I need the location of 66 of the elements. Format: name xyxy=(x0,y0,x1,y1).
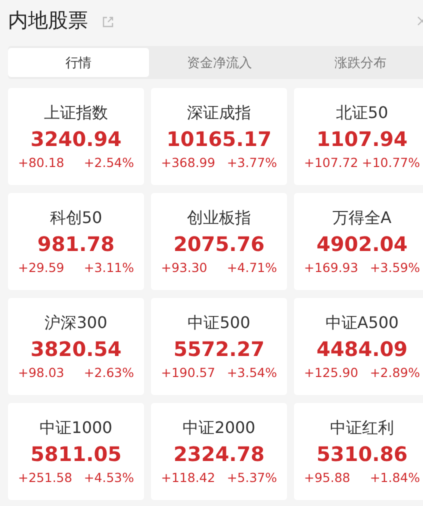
change-percent: +5.37% xyxy=(226,468,277,486)
index-card[interactable]: 中证2000 2324.78 +118.42 +5.37% xyxy=(151,403,287,500)
index-card[interactable]: 深证成指 10165.17 +368.99 +3.77% xyxy=(151,88,287,185)
change-value: +190.57 xyxy=(161,364,216,382)
index-card[interactable]: 中证1000 5811.05 +251.58 +4.53% xyxy=(8,403,144,500)
index-name: 沪深300 xyxy=(44,312,108,334)
index-card[interactable]: 中证A500 4484.09 +125.90 +2.89% xyxy=(294,298,423,395)
index-value: 3820.54 xyxy=(30,336,122,362)
change-value: +80.18 xyxy=(18,154,64,172)
index-name: 中证2000 xyxy=(182,416,256,438)
share-icon[interactable] xyxy=(102,16,114,28)
page-title: 内地股票 xyxy=(8,6,88,34)
change-percent: +4.53% xyxy=(84,468,134,486)
change-value: +169.93 xyxy=(304,258,358,276)
index-name: 科创50 xyxy=(50,206,102,228)
change-value: +107.72 xyxy=(304,154,358,172)
index-value: 4484.09 xyxy=(316,336,408,362)
change-value: +118.42 xyxy=(161,468,216,486)
index-value: 1107.94 xyxy=(316,126,408,152)
change-percent: +2.89% xyxy=(370,364,420,382)
change-percent: +2.54% xyxy=(84,154,134,172)
change-percent: +4.71% xyxy=(226,258,277,276)
index-value: 4902.04 xyxy=(316,230,408,258)
index-name: 万得全A xyxy=(332,206,392,228)
index-value: 981.78 xyxy=(37,230,115,258)
change-percent: +1.84% xyxy=(370,468,420,486)
change-value: +93.30 xyxy=(161,258,208,276)
index-card[interactable]: 创业板指 2075.76 +93.30 +4.71% xyxy=(151,193,287,290)
change-percent: +3.54% xyxy=(226,364,277,382)
index-value: 10165.17 xyxy=(166,126,272,152)
index-card[interactable]: 沪深300 3820.54 +98.03 +2.63% xyxy=(8,298,144,395)
index-name: 上证指数 xyxy=(44,102,108,124)
index-card[interactable]: 中证500 5572.27 +190.57 +3.54% xyxy=(151,298,287,395)
change-value: +29.59 xyxy=(18,258,64,276)
index-name: 创业板指 xyxy=(187,206,251,228)
index-card[interactable]: 中证红利 5310.86 +95.88 +1.84% xyxy=(294,403,423,500)
change-percent: +3.59% xyxy=(370,258,420,276)
index-value: 2324.78 xyxy=(173,440,265,468)
tab[interactable]: 资金净流入 xyxy=(149,48,290,77)
close-icon[interactable] xyxy=(417,15,423,27)
index-name: 中证1000 xyxy=(40,416,112,438)
index-value: 5572.27 xyxy=(173,336,265,362)
index-name: 深证成指 xyxy=(187,102,251,124)
index-name: 中证500 xyxy=(188,312,250,334)
index-value: 2075.76 xyxy=(173,230,265,258)
change-value: +95.88 xyxy=(304,468,350,486)
index-name: 中证红利 xyxy=(330,416,394,438)
index-card[interactable]: 北证50 1107.94 +107.72 +10.77% xyxy=(294,88,423,185)
change-value: +125.90 xyxy=(304,364,358,382)
change-percent: +3.77% xyxy=(226,154,277,172)
tab[interactable]: 行情 xyxy=(8,48,149,77)
index-card[interactable]: 科创50 981.78 +29.59 +3.11% xyxy=(8,193,144,290)
change-value: +98.03 xyxy=(18,364,64,382)
index-value: 3240.94 xyxy=(30,126,122,152)
index-card[interactable]: 万得全A 4902.04 +169.93 +3.59% xyxy=(294,193,423,290)
tab[interactable]: 涨跌分布 xyxy=(290,48,423,77)
index-name: 中证A500 xyxy=(325,312,399,334)
index-name: 北证50 xyxy=(336,102,388,124)
change-percent: +2.63% xyxy=(84,364,134,382)
change-value: +251.58 xyxy=(18,468,72,486)
change-value: +368.99 xyxy=(161,154,216,172)
index-value: 5310.86 xyxy=(316,440,408,468)
change-percent: +10.77% xyxy=(362,154,420,172)
change-percent: +3.11% xyxy=(84,258,134,276)
index-value: 5811.05 xyxy=(30,440,122,468)
index-card[interactable]: 上证指数 3240.94 +80.18 +2.54% xyxy=(8,88,144,185)
